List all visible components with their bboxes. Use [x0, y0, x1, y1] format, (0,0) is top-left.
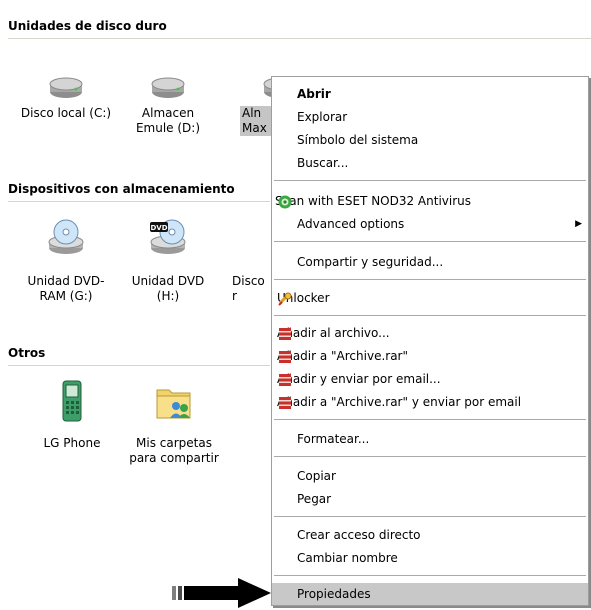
menu-item-copiar[interactable]: Copiar [272, 465, 588, 487]
menu-item-pegar[interactable]: Pegar [272, 488, 588, 510]
drive-g[interactable]: Unidad DVD-RAM (G:) [16, 214, 116, 303]
drive-d[interactable]: Almacen Emule (D:) [118, 56, 218, 135]
drive-label: Disco r [232, 274, 265, 303]
hard-drive-icon [16, 56, 116, 100]
device-label: LG Phone [43, 436, 101, 450]
menu-separator [274, 575, 586, 576]
dvd-drive-icon [16, 214, 116, 258]
menu-item-propiedades[interactable]: Propiedades [272, 583, 588, 605]
menu-separator [274, 180, 586, 181]
dvd-drive-icon: DVD [118, 214, 218, 258]
menu-item-simbolo-sistema[interactable]: Símbolo del sistema [272, 129, 588, 151]
shared-folder-icon [124, 378, 224, 422]
winrar-icon [278, 326, 292, 340]
menu-item-crear-acceso[interactable]: Crear acceso directo [272, 524, 588, 546]
menu-separator [274, 279, 586, 280]
menu-item-label: Añadir a "Archive.rar" [277, 349, 409, 363]
submenu-arrow-icon: ▶ [575, 219, 582, 229]
section-removable: Dispositivos con almacenamiento [8, 182, 235, 196]
drive-label: Almacen Emule (D:) [135, 106, 201, 135]
unlocker-icon [278, 291, 292, 306]
eset-icon [278, 194, 292, 209]
menu-separator [274, 241, 586, 242]
lg-phone[interactable]: LG Phone [22, 378, 122, 450]
shared-folders[interactable]: Mis carpetas para compartir [124, 378, 224, 465]
svg-text:DVD: DVD [150, 224, 167, 232]
menu-item-label: Añadir al archivo... [277, 326, 390, 340]
drive-label: Disco local (C:) [20, 106, 112, 120]
pointer-arrow-icon [172, 578, 272, 610]
device-label: Mis carpetas para compartir [129, 436, 219, 465]
menu-item-abrir[interactable]: Abrir [272, 83, 588, 105]
winrar-icon [278, 395, 292, 409]
menu-item-explorar[interactable]: Explorar [272, 106, 588, 128]
hard-drive-icon [118, 56, 218, 100]
menu-separator [274, 419, 586, 420]
section-divider [8, 38, 591, 39]
menu-item-unlocker[interactable]: Unlocker [272, 287, 588, 309]
menu-separator [274, 516, 586, 517]
menu-item-eset-scan[interactable]: Scan with ESET NOD32 Antivirus [272, 190, 588, 212]
menu-separator [274, 315, 586, 316]
menu-item-anadir-archivo[interactable]: Añadir al archivo... [272, 322, 588, 344]
menu-item-label: Añadir y enviar por email... [277, 372, 441, 386]
menu-item-buscar[interactable]: Buscar... [272, 152, 588, 174]
menu-item-formatear[interactable]: Formatear... [272, 428, 588, 450]
menu-item-label: Scan with ESET NOD32 Antivirus [275, 194, 472, 208]
drive-label: Unidad DVD-RAM (G:) [27, 274, 105, 303]
phone-icon [22, 378, 122, 422]
drive-c[interactable]: Disco local (C:) [16, 56, 116, 120]
drive-h[interactable]: DVD Unidad DVD (H:) [118, 214, 218, 303]
context-menu: Abrir Explorar Símbolo del sistema Busca… [271, 76, 589, 606]
menu-item-anadir-email[interactable]: Añadir y enviar por email... [272, 368, 588, 390]
section-divider [8, 365, 270, 366]
drive-label: Unidad DVD (H:) [131, 274, 205, 303]
menu-item-anadir-rar-email[interactable]: Añadir a "Archive.rar" y enviar por emai… [272, 391, 588, 413]
menu-item-label: Advanced options [297, 217, 405, 231]
menu-item-compartir[interactable]: Compartir y seguridad... [272, 251, 588, 273]
section-hard-drives: Unidades de disco duro [8, 19, 167, 33]
drive-label: Aln Max [240, 106, 272, 136]
menu-item-anadir-rar[interactable]: Añadir a "Archive.rar" [272, 345, 588, 367]
winrar-icon [278, 372, 292, 386]
menu-item-cambiar-nombre[interactable]: Cambiar nombre [272, 547, 588, 569]
section-others: Otros [8, 346, 46, 360]
section-divider [8, 201, 270, 202]
winrar-icon [278, 349, 292, 363]
menu-item-label: Añadir a "Archive.rar" y enviar por emai… [277, 395, 522, 409]
menu-item-advanced-options[interactable]: Advanced options ▶ [272, 213, 588, 235]
menu-separator [274, 456, 586, 457]
